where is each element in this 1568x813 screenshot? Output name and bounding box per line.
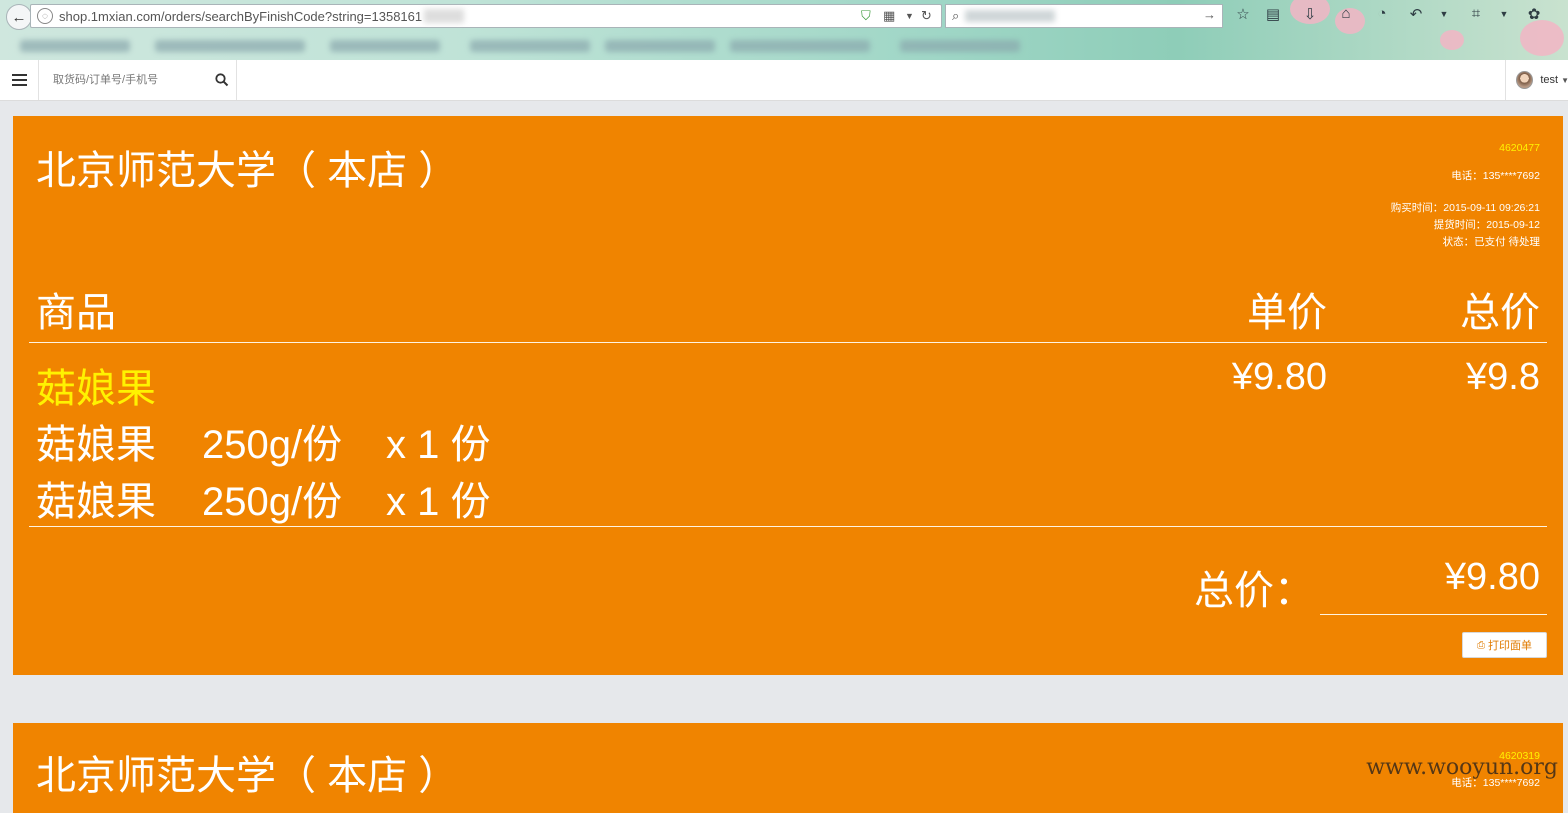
chevron-down-icon: ▼: [1561, 75, 1568, 85]
line-quantity: x 1 份: [386, 423, 491, 467]
pickup-time: 提货时间：2015-09-12: [1433, 219, 1540, 231]
browser-toolbar: ← ◌ shop.1mxian.com/orders/searchByFinis…: [0, 0, 1568, 60]
line-spec: 250g/份: [202, 480, 343, 524]
dropdown-icon[interactable]: ▼: [1434, 9, 1454, 27]
order-status: 状态：已支付 待处理: [1442, 236, 1540, 248]
dropdown-icon[interactable]: ▼: [1494, 9, 1514, 27]
address-url: shop.1mxian.com/orders/searchByFinishCod…: [59, 8, 423, 24]
address-bar[interactable]: ◌ shop.1mxian.com/orders/searchByFinishC…: [30, 4, 942, 28]
search-engine-icon: ⌕: [952, 8, 960, 23]
order-card: 北京师范大学（ 本店 ） 4620477 电话：135****7692 购买时间…: [13, 116, 1563, 675]
extension-icon[interactable]: ✿: [1524, 5, 1544, 23]
reload-icon[interactable]: ↻: [921, 8, 932, 24]
line-name: 菇娘果: [36, 480, 156, 524]
globe-icon: ◌: [37, 8, 53, 24]
undo-icon[interactable]: ↶: [1406, 5, 1426, 23]
column-header-total-price: 总价: [1460, 291, 1540, 335]
purchase-time: 购买时间：2015-09-11 09:26:21: [1390, 202, 1540, 214]
column-header-item: 商品: [36, 291, 116, 335]
printer-icon: ⎙: [1477, 639, 1485, 651]
item-name: 菇娘果: [36, 367, 156, 411]
avatar: [1516, 71, 1534, 89]
back-arrow-icon: ←: [11, 8, 27, 26]
watermark: www.wooyun.org: [1366, 755, 1558, 780]
bookmark-item[interactable]: [605, 40, 715, 52]
user-menu[interactable]: test ▼: [1505, 60, 1568, 100]
print-button-label: 打印面单: [1488, 640, 1532, 652]
shield-icon[interactable]: ⛉: [861, 8, 871, 24]
go-arrow-icon[interactable]: →: [1203, 7, 1216, 22]
store-name: 北京师范大学（ 本店 ）: [36, 754, 459, 798]
item-line: 菇娘果 250g/份 x 1 份: [36, 469, 490, 527]
crop-icon[interactable]: ⌗: [1466, 5, 1486, 23]
chat-icon[interactable]: ◔: [1372, 5, 1392, 23]
bookmark-item[interactable]: [900, 40, 1020, 52]
bookmarks-bar: [0, 34, 1568, 58]
store-name: 北京师范大学（ 本店 ）: [36, 149, 459, 193]
phone: 电话：135****7692: [1451, 170, 1540, 182]
bookmark-item[interactable]: [155, 40, 305, 52]
item-total-price: ¥9.8: [1466, 356, 1540, 398]
line-name: 菇娘果: [36, 423, 156, 467]
reading-list-icon[interactable]: ▤: [1263, 5, 1283, 23]
order-card: 北京师范大学（ 本店 ） 4620319 电话：135****7692: [13, 723, 1563, 813]
bookmark-item[interactable]: [330, 40, 440, 52]
column-header-unit-price: 单价: [1247, 291, 1327, 335]
finish-code-search-input[interactable]: [39, 60, 237, 100]
browser-search-bar[interactable]: ⌕ →: [945, 4, 1223, 28]
search-icon[interactable]: [214, 72, 230, 88]
home-icon[interactable]: ⌂: [1336, 5, 1356, 23]
item-line: 菇娘果 250g/份 x 1 份: [36, 412, 490, 470]
line-spec: 250g/份: [202, 423, 343, 467]
total-value: ¥9.80: [1444, 556, 1540, 598]
bookmark-item[interactable]: [20, 40, 130, 52]
blurred-region: [965, 10, 1056, 22]
back-button[interactable]: ←: [6, 4, 32, 30]
divider: [29, 342, 1547, 343]
user-name: test: [1540, 74, 1559, 86]
blurred-region: [424, 9, 465, 23]
total-label: 总价：: [1194, 569, 1314, 613]
print-label-button[interactable]: ⎙ 打印面单: [1462, 632, 1547, 658]
divider: [29, 526, 1547, 527]
dropdown-icon[interactable]: ▼: [905, 11, 914, 21]
bookmark-item[interactable]: [470, 40, 590, 52]
app-header: test ▼: [0, 60, 1568, 101]
hamburger-icon: [11, 79, 27, 81]
download-icon[interactable]: ⇩: [1300, 5, 1320, 23]
menu-toggle-button[interactable]: [0, 60, 39, 100]
line-quantity: x 1 份: [386, 480, 491, 524]
item-unit-price: ¥9.80: [1231, 356, 1327, 398]
qr-code-icon[interactable]: ▦: [883, 8, 895, 24]
star-icon[interactable]: ☆: [1233, 5, 1253, 23]
divider: [1320, 614, 1547, 615]
bookmark-item[interactable]: [730, 40, 870, 52]
order-number: 4620477: [1499, 142, 1540, 154]
